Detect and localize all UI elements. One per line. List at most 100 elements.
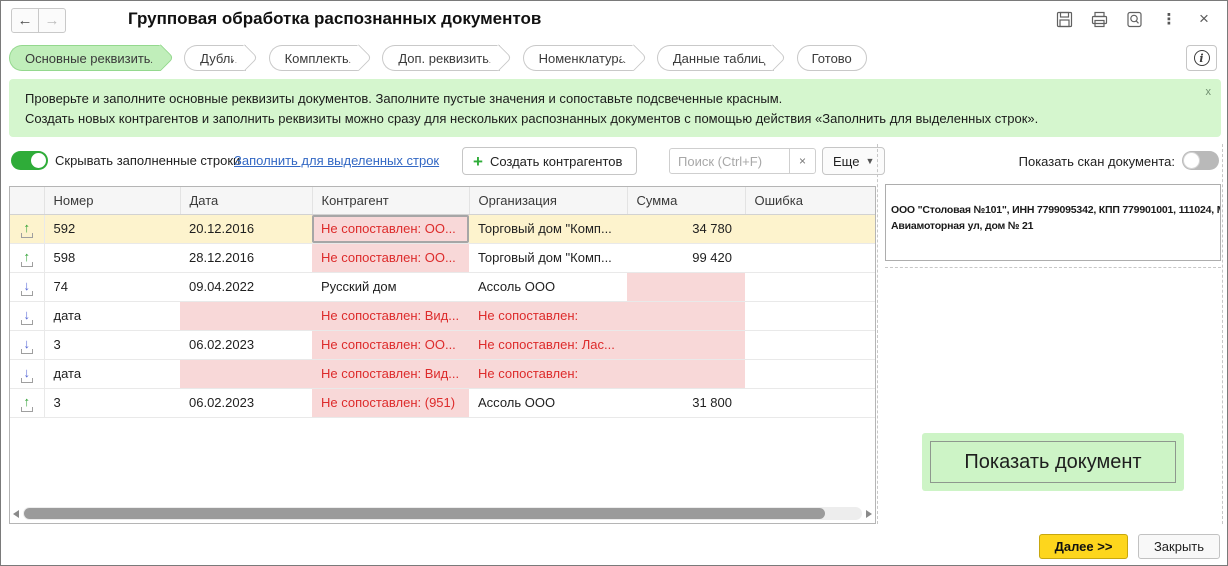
table-row[interactable]: ↑59828.12.2016Не сопоставлен: ОО...Торго…: [10, 243, 875, 272]
cell-error[interactable]: [745, 243, 875, 272]
create-counterparties-button[interactable]: + Создать контрагентов: [462, 147, 637, 175]
cell-date[interactable]: [180, 301, 312, 330]
cell-number[interactable]: дата: [44, 301, 180, 330]
cell-organization[interactable]: Ассоль ООО: [469, 388, 627, 417]
hide-filled-toggle[interactable]: [11, 151, 48, 170]
forward-button[interactable]: →: [38, 8, 66, 33]
table-row[interactable]: ↓ дата Не сопоставлен: Вид...Не сопоставле…: [10, 359, 875, 388]
close-button[interactable]: Закрыть: [1138, 534, 1220, 559]
arrow-glyph: ↓: [24, 309, 31, 320]
cell-date[interactable]: 28.12.2016: [180, 243, 312, 272]
cell-sum[interactable]: [627, 272, 745, 301]
cell-date[interactable]: 06.02.2023: [180, 388, 312, 417]
cell-counterparty[interactable]: Не сопоставлен: ОО...: [312, 243, 469, 272]
cell-date[interactable]: 20.12.2016: [180, 214, 312, 243]
download-icon: ↓: [19, 309, 35, 325]
scrollbar-thumb[interactable]: [24, 508, 825, 519]
back-button[interactable]: ←: [11, 8, 39, 33]
row-direction-cell: ↑: [10, 214, 44, 243]
column-header-error[interactable]: Ошибка: [745, 187, 875, 214]
cell-organization[interactable]: Не сопоставлен: Лас...: [469, 330, 627, 359]
cell-date[interactable]: 06.02.2023: [180, 330, 312, 359]
column-header-date[interactable]: Дата: [180, 187, 312, 214]
show-scan-toggle[interactable]: [1182, 151, 1219, 170]
cell-date[interactable]: [180, 359, 312, 388]
panel-splitter-left[interactable]: [877, 144, 878, 524]
cell-sum[interactable]: 31 800: [627, 388, 745, 417]
cell-number[interactable]: 74: [44, 272, 180, 301]
search-clear-button[interactable]: ×: [789, 148, 816, 174]
cell-sum[interactable]: [627, 330, 745, 359]
wizard-step[interactable]: Доп. реквизиты: [382, 45, 499, 71]
panel-divider: [885, 267, 1221, 268]
cell-error[interactable]: [745, 272, 875, 301]
wizard-step[interactable]: Данные таблиц: [657, 45, 774, 71]
wizard-step-label: Комплекты: [285, 51, 352, 66]
column-header-sum[interactable]: Сумма: [627, 187, 745, 214]
cell-organization[interactable]: Торговый дом "Комп...: [469, 214, 627, 243]
scroll-left-icon[interactable]: [13, 510, 19, 518]
wizard-step[interactable]: Комплекты: [269, 45, 360, 71]
arrow-glyph: ↑: [24, 396, 31, 407]
wizard-step[interactable]: Готово: [797, 45, 867, 71]
table-row[interactable]: ↓306.02.2023Не сопоставлен: ОО...Не сопо…: [10, 330, 875, 359]
wizard-step[interactable]: Дубли: [184, 45, 245, 71]
column-header-counterparty[interactable]: Контрагент: [312, 187, 469, 214]
preview-icon[interactable]: [1125, 10, 1143, 28]
panel-splitter-right: [1222, 144, 1223, 524]
cell-number[interactable]: 3: [44, 330, 180, 359]
banner-close-icon[interactable]: x: [1206, 82, 1212, 102]
table-row[interactable]: ↓7409.04.2022Русский домАссоль ООО: [10, 272, 875, 301]
cell-organization[interactable]: Не сопоставлен:: [469, 359, 627, 388]
table-row[interactable]: ↓ дата Не сопоставлен: Вид...Не сопоставле…: [10, 301, 875, 330]
column-header-organization[interactable]: Организация: [469, 187, 627, 214]
cell-error[interactable]: [745, 359, 875, 388]
more-menu-icon[interactable]: ⋮: [1160, 10, 1178, 28]
hide-filled-label: Скрывать заполненные строки: [55, 153, 240, 168]
cell-organization[interactable]: Ассоль ООО: [469, 272, 627, 301]
search-input[interactable]: [669, 148, 790, 174]
wizard-step[interactable]: Основные реквизиты: [9, 45, 161, 71]
cell-organization[interactable]: Торговый дом "Комп...: [469, 243, 627, 272]
show-document-button[interactable]: Показать документ: [922, 433, 1184, 491]
cell-error[interactable]: [745, 214, 875, 243]
info-button[interactable]: i: [1186, 45, 1217, 71]
cell-sum[interactable]: [627, 301, 745, 330]
more-button[interactable]: Еще ▼: [822, 147, 885, 175]
cell-counterparty[interactable]: Не сопоставлен: Вид...: [312, 359, 469, 388]
scrollbar-track[interactable]: [23, 507, 862, 520]
cell-organization[interactable]: Не сопоставлен:: [469, 301, 627, 330]
column-header-number[interactable]: Номер: [44, 187, 180, 214]
cell-counterparty[interactable]: Русский дом: [312, 272, 469, 301]
cell-number[interactable]: 3: [44, 388, 180, 417]
close-window-icon[interactable]: ×: [1195, 10, 1213, 28]
cell-error[interactable]: [745, 330, 875, 359]
cell-error[interactable]: [745, 388, 875, 417]
cell-counterparty[interactable]: Не сопоставлен: Вид...: [312, 301, 469, 330]
next-button[interactable]: Далее >>: [1039, 534, 1128, 559]
horizontal-scrollbar[interactable]: [13, 507, 872, 520]
upload-icon: ↑: [19, 396, 35, 412]
cell-date[interactable]: 09.04.2022: [180, 272, 312, 301]
scroll-right-icon[interactable]: [866, 510, 872, 518]
cell-counterparty[interactable]: Не сопоставлен: ОО...: [312, 330, 469, 359]
cell-sum[interactable]: 99 420: [627, 243, 745, 272]
save-icon[interactable]: [1055, 10, 1073, 28]
cell-counterparty[interactable]: Не сопоставлен: (951): [312, 388, 469, 417]
cell-counterparty[interactable]: Не сопоставлен: ОО...: [312, 214, 469, 243]
table-row[interactable]: ↑59220.12.2016Не сопоставлен: ОО...Торго…: [10, 214, 875, 243]
arrow-glyph: ↓: [24, 367, 31, 378]
cell-sum[interactable]: 34 780: [627, 214, 745, 243]
print-icon[interactable]: [1090, 10, 1108, 28]
wizard-step-label: Дубли: [200, 51, 237, 66]
table-row[interactable]: ↑ 306.02.2023Не сопоставлен: (951)Ассоль …: [10, 388, 875, 417]
cell-number[interactable]: 598: [44, 243, 180, 272]
cell-number[interactable]: 592: [44, 214, 180, 243]
wizard-step[interactable]: Номенклатура: [523, 45, 634, 71]
row-direction-cell: ↑: [10, 243, 44, 272]
cell-error[interactable]: [745, 301, 875, 330]
cell-sum[interactable]: [627, 359, 745, 388]
fill-selected-link[interactable]: Заполнить для выделенных строк: [234, 153, 439, 168]
column-header-icon[interactable]: [10, 187, 44, 214]
cell-number[interactable]: дата: [44, 359, 180, 388]
